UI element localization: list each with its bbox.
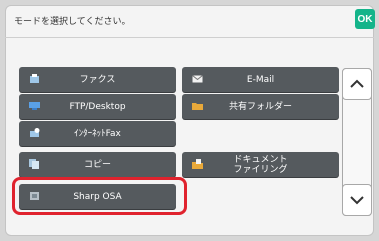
copy-icon: [29, 159, 39, 169]
mode-button-document-filing[interactable]: ドキュメント ファイリング: [182, 152, 339, 177]
mode-label: ｲﾝﾀｰﾈｯﾄFax: [74, 128, 121, 139]
header-divider: [5, 37, 374, 38]
ftp-desktop-icon: [29, 102, 40, 110]
mode-button-fax[interactable]: ファクス: [19, 67, 176, 92]
mode-label: ファクス: [79, 74, 116, 85]
document-filing-icon: [192, 159, 203, 169]
mode-button-email[interactable]: E-Mail: [182, 67, 339, 92]
mode-label: ドキュメント ファイリング: [233, 154, 288, 175]
mode-label: E-Mail: [246, 74, 275, 85]
selection-highlight: [12, 177, 187, 215]
scroll-down-button[interactable]: [342, 184, 372, 216]
mode-button-ftp-desktop[interactable]: FTP/Desktop: [19, 94, 176, 119]
mode-button-copy[interactable]: コピー: [19, 152, 176, 177]
mode-button-internet-fax[interactable]: ｲﾝﾀｰﾈｯﾄFax: [19, 121, 176, 146]
shared-folder-icon: [192, 103, 203, 110]
internet-fax-icon: [30, 128, 40, 137]
scroll-up-button[interactable]: [342, 68, 372, 100]
mode-label: コピー: [83, 159, 111, 170]
prompt-text: モードを選択してください。: [14, 17, 131, 27]
ok-button[interactable]: OK: [355, 9, 375, 29]
mode-label: 共有フォルダー: [228, 101, 292, 112]
chevron-down-icon: [350, 196, 364, 205]
chevron-up-icon: [350, 79, 364, 88]
mode-button-shared-folder[interactable]: 共有フォルダー: [182, 94, 339, 119]
mode-label: FTP/Desktop: [69, 101, 126, 112]
fax-icon: [30, 74, 39, 83]
email-icon: [192, 75, 203, 83]
